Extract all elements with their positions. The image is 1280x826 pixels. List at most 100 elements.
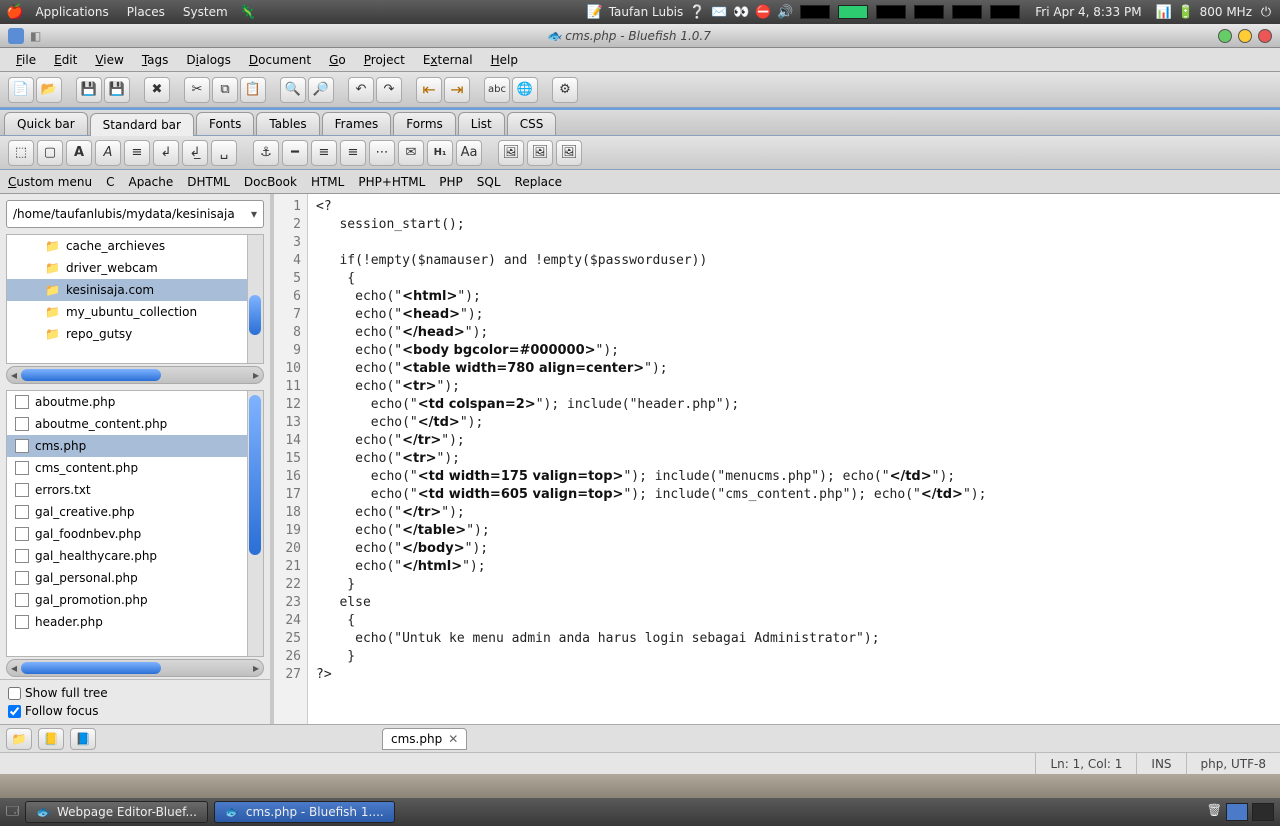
- gnome-clock[interactable]: Fri Apr 4, 8:33 PM: [1027, 5, 1149, 19]
- taskbar-item[interactable]: 🐟Webpage Editor-Bluef...: [25, 801, 208, 823]
- code-editor[interactable]: 1234567891011121314151617181920212223242…: [274, 194, 1280, 724]
- submenu-custom[interactable]: Custom menu: [8, 175, 92, 189]
- file-item[interactable]: gal_personal.php: [7, 567, 263, 589]
- taskbar-item[interactable]: 🐟cms.php - Bluefish 1....: [214, 801, 395, 823]
- titlebar-sys-icon[interactable]: ◧: [30, 29, 41, 43]
- tb2-anchor[interactable]: ⚓: [253, 140, 279, 166]
- gnome-applications[interactable]: Applications: [29, 5, 114, 19]
- tree-item[interactable]: 📁driver_webcam: [7, 257, 263, 279]
- gnome-user[interactable]: Taufan Lubis: [609, 5, 684, 19]
- tab-list[interactable]: List: [458, 112, 505, 135]
- submenu-sql[interactable]: SQL: [477, 175, 501, 189]
- tree-item[interactable]: 📁my_ubuntu_collection: [7, 301, 263, 323]
- file-item[interactable]: cms_content.php: [7, 457, 263, 479]
- tb2-paragraph[interactable]: ≡: [124, 140, 150, 166]
- menu-external[interactable]: External: [415, 51, 481, 69]
- file-item[interactable]: header.php: [7, 611, 263, 633]
- filelist-scrollbar[interactable]: [247, 391, 263, 656]
- file-item[interactable]: cms.php: [7, 435, 263, 457]
- submenu-docbook[interactable]: DocBook: [244, 175, 297, 189]
- tb2-italic[interactable]: A: [95, 140, 121, 166]
- close-button[interactable]: [1258, 29, 1272, 43]
- gnome-places[interactable]: Places: [121, 5, 171, 19]
- save-button[interactable]: 💾: [76, 77, 102, 103]
- tab-fonts[interactable]: Fonts: [196, 112, 254, 135]
- battery-icon[interactable]: 🔋: [1178, 4, 1194, 20]
- maximize-button[interactable]: [1238, 29, 1252, 43]
- code-area[interactable]: <? session_start(); if(!empty($namauser)…: [308, 194, 1280, 724]
- tb2-break[interactable]: ↲: [153, 140, 179, 166]
- minimize-button[interactable]: [1218, 29, 1232, 43]
- trash-icon[interactable]: 🗑: [1207, 803, 1222, 821]
- copy-button[interactable]: ⧉: [212, 77, 238, 103]
- new-button[interactable]: 📄: [8, 77, 34, 103]
- file-item[interactable]: gal_creative.php: [7, 501, 263, 523]
- paste-button[interactable]: 📋: [240, 77, 266, 103]
- workspace-1[interactable]: [1226, 803, 1248, 821]
- menu-file[interactable]: File: [8, 51, 44, 69]
- tree-item[interactable]: 📁repo_gutsy: [7, 323, 263, 345]
- follow-focus-checkbox[interactable]: Follow focus: [8, 702, 262, 720]
- tb2-bold[interactable]: A: [66, 140, 92, 166]
- tb2-nbsp[interactable]: ␣: [211, 140, 237, 166]
- menu-document[interactable]: Document: [241, 51, 319, 69]
- panel-btn-3[interactable]: 📘: [70, 728, 96, 750]
- tab-frames[interactable]: Frames: [322, 112, 392, 135]
- submenu-replace[interactable]: Replace: [515, 175, 562, 189]
- tab-css[interactable]: CSS: [507, 112, 557, 135]
- power-icon[interactable]: ⏻: [1258, 4, 1274, 20]
- file-item[interactable]: aboutme.php: [7, 391, 263, 413]
- tree-item[interactable]: 📁cache_archieves: [7, 235, 263, 257]
- gnome-system[interactable]: System: [177, 5, 234, 19]
- block-icon[interactable]: ⛔: [755, 4, 771, 20]
- menu-project[interactable]: Project: [356, 51, 413, 69]
- preferences-button[interactable]: ⚙: [552, 77, 578, 103]
- redo-button[interactable]: ↷: [376, 77, 402, 103]
- indent-right-button[interactable]: ⇥: [444, 77, 470, 103]
- tab-forms[interactable]: Forms: [393, 112, 455, 135]
- close-icon[interactable]: ✕: [448, 732, 458, 746]
- mail-icon[interactable]: ✉️: [711, 4, 727, 20]
- tb2-breakclear[interactable]: ↲̲: [182, 140, 208, 166]
- tb2-quickstart[interactable]: ⬚: [8, 140, 34, 166]
- submenu-php-html[interactable]: PHP+HTML: [358, 175, 425, 189]
- show-full-tree-checkbox[interactable]: Show full tree: [8, 684, 262, 702]
- menu-tags[interactable]: Tags: [134, 51, 177, 69]
- panel-btn-2[interactable]: 📒: [38, 728, 64, 750]
- file-item[interactable]: gal_healthycare.php: [7, 545, 263, 567]
- filelist-hscroll[interactable]: ◂▸: [6, 659, 264, 677]
- submenu-apache[interactable]: Apache: [128, 175, 173, 189]
- tb2-thumbnail[interactable]: 🖼: [527, 140, 553, 166]
- tb2-rule[interactable]: ━: [282, 140, 308, 166]
- folder-tree[interactable]: 📁cache_archieves📁driver_webcam📁kesinisaj…: [6, 234, 264, 364]
- tab-quick-bar[interactable]: Quick bar: [4, 112, 88, 135]
- file-list[interactable]: aboutme.phpaboutme_content.phpcms.phpcms…: [6, 390, 264, 657]
- chart-icon[interactable]: 📊: [1156, 4, 1172, 20]
- menu-view[interactable]: View: [87, 51, 131, 69]
- tb2-image[interactable]: 🖼: [498, 140, 524, 166]
- find-replace-button[interactable]: 🔎: [308, 77, 334, 103]
- tree-scrollbar[interactable]: [247, 235, 263, 363]
- open-button[interactable]: 📂: [36, 77, 62, 103]
- tab-standard-bar[interactable]: Standard bar: [90, 113, 194, 136]
- tree-item[interactable]: 📁kesinisaja.com: [7, 279, 263, 301]
- file-item[interactable]: gal_foodnbev.php: [7, 523, 263, 545]
- save-as-button[interactable]: 💾: [104, 77, 130, 103]
- submenu-html[interactable]: HTML: [311, 175, 344, 189]
- tb2-center[interactable]: ≡: [311, 140, 337, 166]
- volume-icon[interactable]: 🔊: [777, 4, 793, 20]
- workspace-2[interactable]: [1252, 803, 1274, 821]
- cut-button[interactable]: ✂: [184, 77, 210, 103]
- help-icon[interactable]: ❔: [689, 4, 705, 20]
- tb2-multithumb[interactable]: 🖼: [556, 140, 582, 166]
- file-item[interactable]: errors.txt: [7, 479, 263, 501]
- panel-btn-1[interactable]: 📁: [6, 728, 32, 750]
- submenu-dhtml[interactable]: DHTML: [187, 175, 230, 189]
- tab-tables[interactable]: Tables: [256, 112, 319, 135]
- file-item[interactable]: gal_promotion.php: [7, 589, 263, 611]
- submenu-c[interactable]: C: [106, 175, 114, 189]
- show-desktop-icon[interactable]: 🗔: [6, 802, 19, 823]
- undo-button[interactable]: ↶: [348, 77, 374, 103]
- note-icon[interactable]: 📝: [587, 4, 603, 20]
- menu-go[interactable]: Go: [321, 51, 354, 69]
